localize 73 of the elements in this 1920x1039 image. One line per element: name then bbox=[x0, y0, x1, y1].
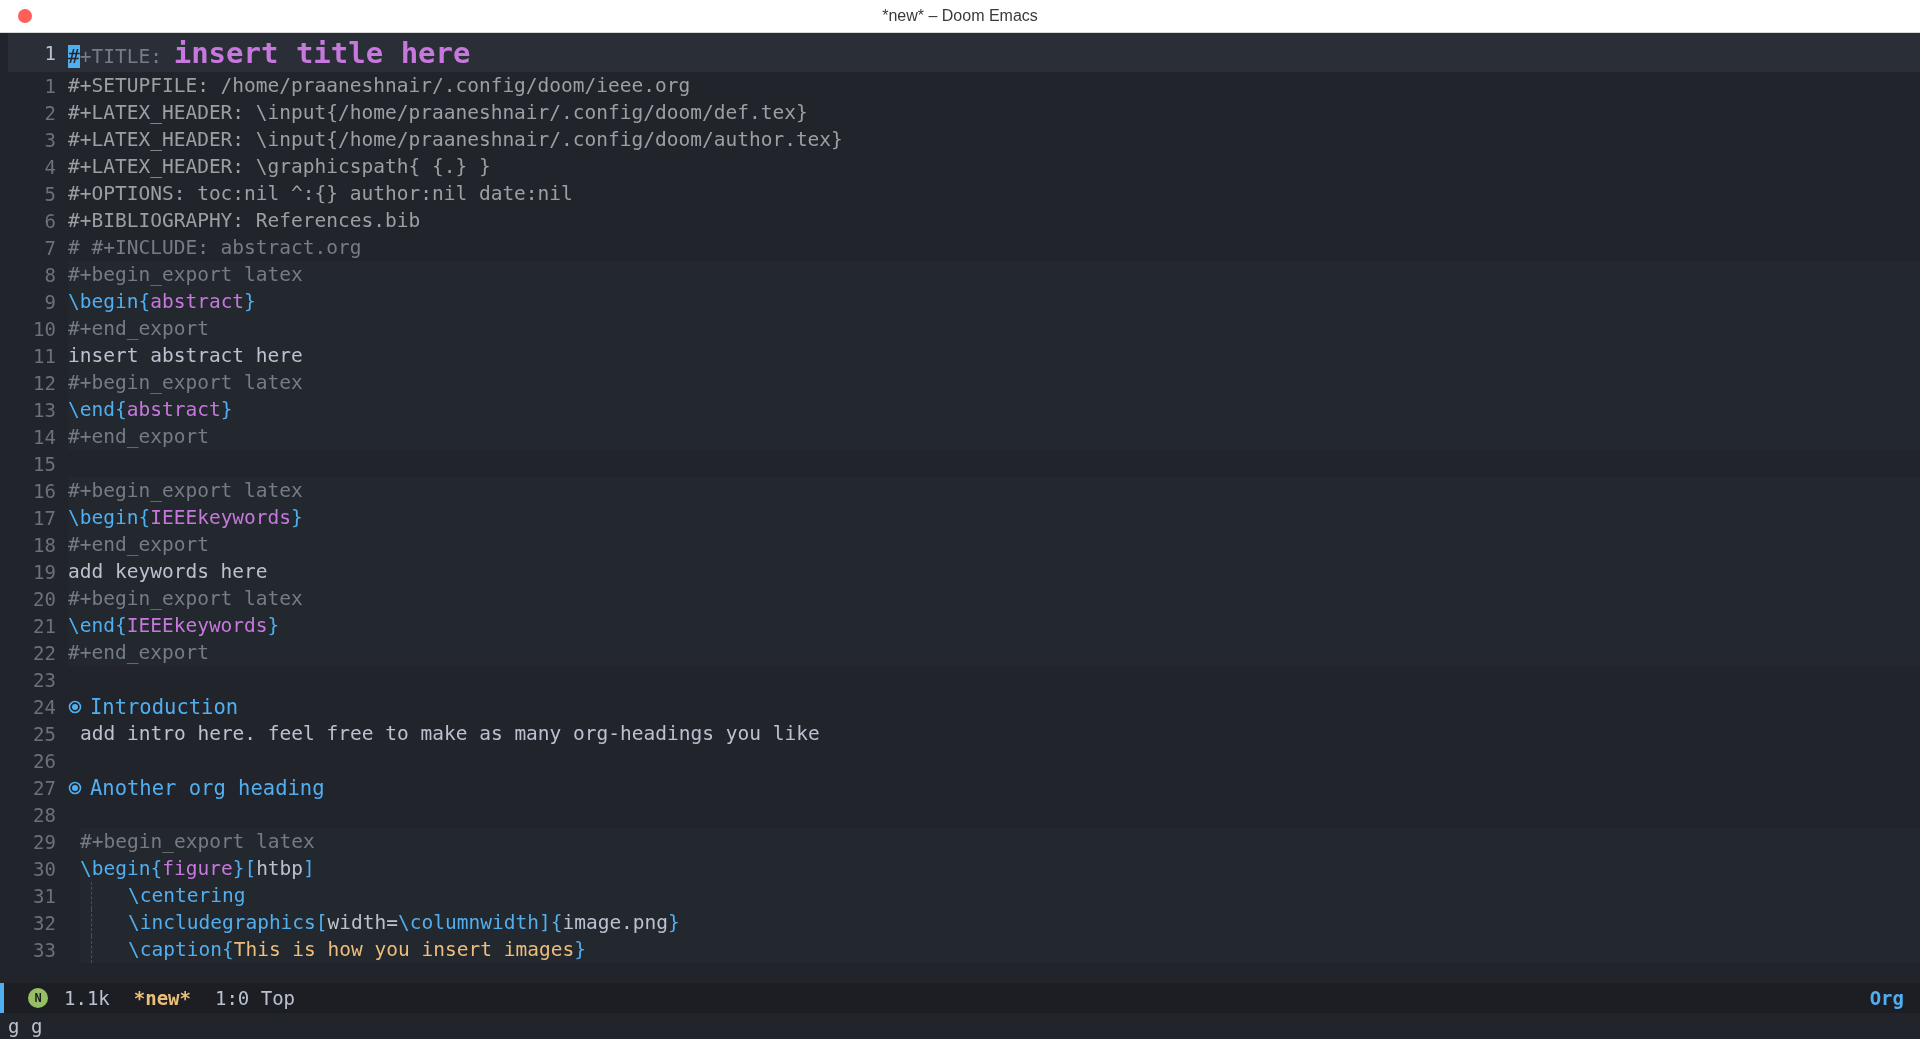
line-number: 2 bbox=[43, 101, 56, 124]
line-number: 5 bbox=[43, 182, 56, 205]
line-number: 26 bbox=[32, 749, 56, 772]
line-number: 16 bbox=[32, 479, 56, 502]
line-number: 15 bbox=[32, 452, 56, 475]
heading: Another org heading bbox=[90, 775, 325, 800]
code-line: \begin{figure}[htbp] bbox=[80, 857, 315, 880]
close-button[interactable] bbox=[18, 9, 32, 23]
bullet-icon bbox=[68, 780, 82, 795]
code-line: \centering bbox=[128, 884, 246, 907]
code-line: \caption{This is how you insert images} bbox=[128, 938, 586, 961]
code-line: #+BIBLIOGRAPHY: References.bib bbox=[68, 209, 421, 232]
line-number: 28 bbox=[32, 803, 56, 826]
line-number: 18 bbox=[32, 533, 56, 556]
line-number: 23 bbox=[32, 668, 56, 691]
line-number: 32 bbox=[32, 911, 56, 934]
code-line: #+begin_export latex bbox=[80, 830, 315, 853]
line-number: 27 bbox=[32, 776, 56, 799]
code-line: #+SETUPFILE: /home/praaneshnair/.config/doom/ieee.org bbox=[68, 74, 691, 97]
line-number: 10 bbox=[32, 317, 56, 340]
line-number: 3 bbox=[43, 128, 56, 151]
code-line: #+begin_export latex bbox=[68, 263, 303, 286]
line-number: 30 bbox=[32, 857, 56, 880]
line-number: 29 bbox=[32, 830, 56, 853]
cursor-position: 1:0 Top bbox=[214, 987, 296, 1009]
code-line: #+begin_export latex bbox=[68, 371, 303, 394]
line-number: 1 bbox=[43, 74, 56, 97]
code-line: #+end_export bbox=[68, 641, 209, 664]
line-number: 12 bbox=[32, 371, 56, 394]
code-line: \end{IEEEkeywords} bbox=[68, 614, 280, 637]
line-number: 25 bbox=[32, 722, 56, 745]
code-line: \begin{IEEEkeywords} bbox=[68, 506, 303, 529]
line-number: 6 bbox=[43, 209, 56, 232]
code-line: #+LATEX_HEADER: \graphicspath{ {.} } bbox=[68, 155, 491, 178]
code-line: #+LATEX_HEADER: \input{/home/praaneshnair/.config/doom/def.tex} bbox=[68, 101, 808, 124]
code-line: #+LATEX_HEADER: \input{/home/praaneshnair/.config/doom/author.tex} bbox=[68, 128, 843, 151]
line-number: 31 bbox=[32, 884, 56, 907]
line-number: 17 bbox=[32, 506, 56, 529]
code-line: # #+INCLUDE: abstract.org bbox=[68, 236, 362, 259]
code-line: #+end_export bbox=[68, 425, 209, 448]
buffer-size: 1.1k bbox=[64, 987, 110, 1009]
code-line: #+end_export bbox=[68, 317, 209, 340]
bullet-icon bbox=[68, 699, 82, 714]
line-number: 20 bbox=[32, 587, 56, 610]
line-number: 24 bbox=[32, 695, 56, 718]
code-line: #+begin_export latex bbox=[68, 587, 303, 610]
line-number: 4 bbox=[43, 155, 56, 178]
line-number: 1 bbox=[43, 41, 56, 64]
line-number: 7 bbox=[43, 236, 56, 259]
line-number: 14 bbox=[32, 425, 56, 448]
window-title: *new* – Doom Emacs bbox=[882, 7, 1038, 25]
line-number: 21 bbox=[32, 614, 56, 637]
code-line: \end{abstract} bbox=[68, 398, 233, 421]
heading: Introduction bbox=[90, 694, 239, 719]
evil-state-badge: N bbox=[28, 988, 48, 1008]
echo-text: g g bbox=[8, 1015, 43, 1037]
buffer-name: *new* bbox=[133, 987, 191, 1009]
line-number: 9 bbox=[43, 290, 56, 313]
code-line: add intro here. feel free to make as many org-headings you like bbox=[80, 722, 820, 745]
code-line: #+begin_export latex bbox=[68, 479, 303, 502]
line-number: 13 bbox=[32, 398, 56, 421]
code-line: insert abstract here bbox=[68, 344, 303, 367]
code-line: #+end_export bbox=[68, 533, 209, 556]
code-line: \includegraphics[width=\columnwidth]{image.png} bbox=[128, 911, 680, 934]
code-line: add keywords here bbox=[68, 560, 268, 583]
line-number: 8 bbox=[43, 263, 56, 286]
line-number: 33 bbox=[32, 938, 56, 961]
line-number: 11 bbox=[32, 344, 56, 367]
line-number: 19 bbox=[32, 560, 56, 583]
line-number: 22 bbox=[32, 641, 56, 664]
major-mode[interactable]: Org bbox=[1869, 987, 1904, 1009]
code-line: #+OPTIONS: toc:nil ^:{} author:nil date:nil bbox=[68, 182, 573, 205]
code-line: \begin{abstract} bbox=[68, 290, 256, 313]
